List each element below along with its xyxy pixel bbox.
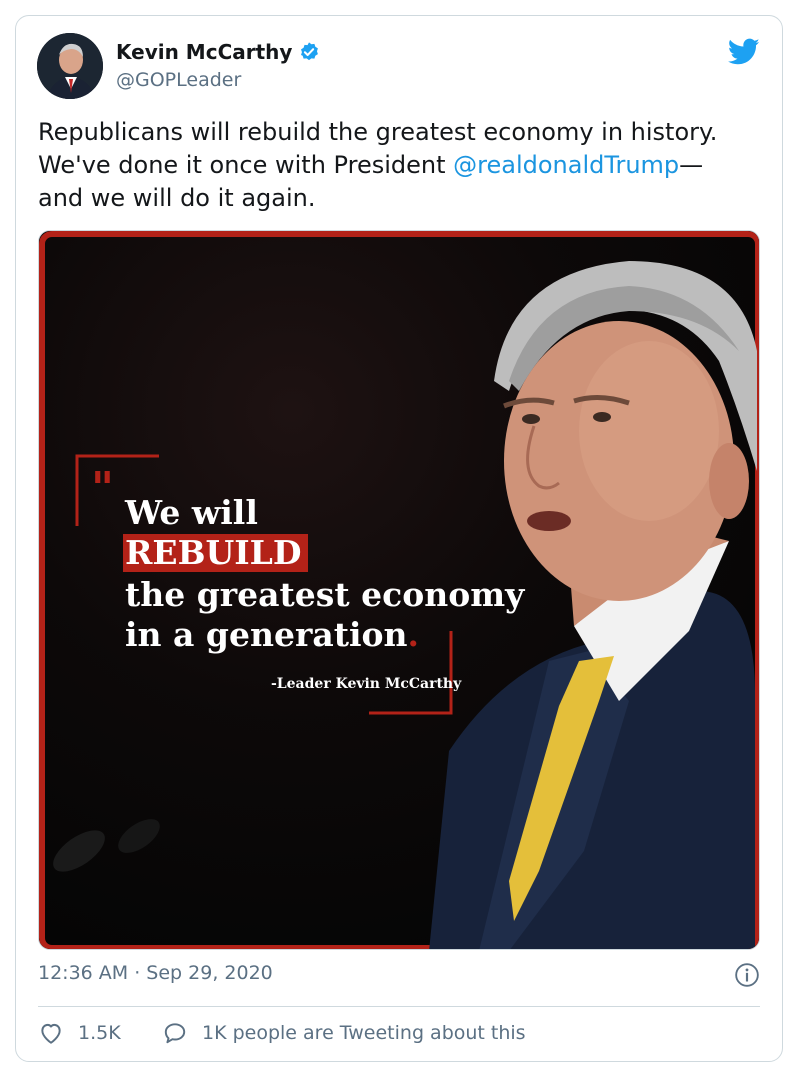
like-count: 1.5K bbox=[78, 1022, 121, 1044]
author-handle[interactable]: @GOPLeader bbox=[116, 69, 241, 91]
conversation-action[interactable]: 1K people are Tweeting about this bbox=[162, 1020, 526, 1046]
verified-badge-icon bbox=[298, 41, 320, 63]
quote-attribution: -Leader Kevin McCarthy bbox=[271, 676, 462, 692]
conversation-text: 1K people are Tweeting about this bbox=[202, 1022, 526, 1044]
mention-link[interactable]: @realdonaldTrump bbox=[453, 151, 679, 179]
tweet-card[interactable]: Kevin McCarthy @GOPLeader Republicans wi… bbox=[15, 15, 783, 1062]
quote-line-3: the greatest economy bbox=[125, 575, 525, 614]
quote-period: . bbox=[407, 615, 420, 654]
tweet-media-image[interactable]: " We will REBUILD the greatest economy i… bbox=[38, 230, 760, 950]
author-display-name[interactable]: Kevin McCarthy bbox=[116, 40, 292, 64]
info-icon[interactable] bbox=[734, 962, 760, 988]
svg-text:": " bbox=[91, 463, 114, 514]
like-action[interactable]: 1.5K bbox=[38, 1020, 121, 1046]
twitter-bird-icon[interactable] bbox=[727, 38, 760, 66]
reply-bubble-icon bbox=[164, 1023, 186, 1044]
divider bbox=[38, 1006, 760, 1007]
tweet-timestamp[interactable]: 12:36 AM · Sep 29, 2020 bbox=[38, 962, 273, 984]
quote-line-1: We will bbox=[125, 493, 258, 532]
avatar[interactable] bbox=[37, 33, 103, 99]
quote-highlight: REBUILD bbox=[125, 533, 302, 572]
quote-line-4: in a generation. bbox=[125, 615, 419, 654]
heart-icon bbox=[41, 1023, 61, 1044]
tweet-text: Republicans will rebuild the greatest ec… bbox=[38, 116, 738, 215]
author-name-row: Kevin McCarthy bbox=[116, 40, 320, 64]
quote-line-4-text: in a generation bbox=[125, 615, 408, 654]
